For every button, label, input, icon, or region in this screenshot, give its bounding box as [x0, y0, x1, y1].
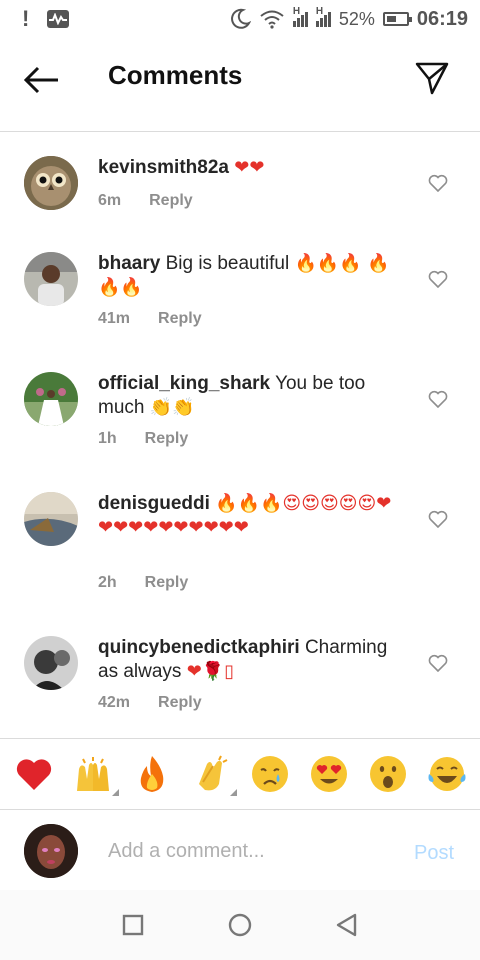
- reply-button[interactable]: Reply: [158, 694, 202, 712]
- comment-item: quincybenedictkaphiri Charming as always…: [0, 616, 480, 736]
- username[interactable]: denisgueddi: [98, 493, 210, 514]
- comment-meta: 2h Reply: [98, 574, 188, 592]
- comment-time: 41m: [98, 310, 131, 327]
- comment-time: 6m: [98, 192, 122, 209]
- battery-percent: 52%: [338, 8, 375, 29]
- comment-meta: 41m Reply: [98, 310, 202, 328]
- comment-item: bhaary Big is beautiful 🔥🔥🔥 🔥🔥🔥 41m Repl…: [0, 232, 480, 352]
- comment-item: official_king_shark You be too much 👏👏 1…: [0, 352, 480, 472]
- arrow-left-icon[interactable]: [24, 66, 60, 94]
- avatar[interactable]: [24, 492, 78, 546]
- system-nav-bar: [0, 890, 480, 960]
- avatar[interactable]: [24, 372, 78, 426]
- heart-eyes-emoji-button[interactable]: [307, 752, 351, 796]
- heart-outline-icon[interactable]: [428, 510, 448, 528]
- username[interactable]: quincybenedictkaphiri: [98, 637, 300, 658]
- comment-message: Big is beautiful: [165, 253, 290, 274]
- clapping-hands-emoji-button[interactable]: [189, 752, 237, 796]
- post-button[interactable]: Post: [414, 842, 454, 865]
- signal-2-label: H: [315, 5, 324, 17]
- moon-icon: [230, 8, 251, 29]
- comment-time: 42m: [98, 694, 131, 711]
- back-triangle-icon[interactable]: [333, 911, 361, 939]
- comment-time: 2h: [98, 574, 117, 591]
- heart-outline-icon[interactable]: [428, 174, 448, 192]
- heart-outline-icon[interactable]: [428, 654, 448, 672]
- username[interactable]: kevinsmith82a: [98, 157, 229, 178]
- avatar[interactable]: [24, 824, 78, 878]
- heart-outline-icon[interactable]: [428, 270, 448, 288]
- comment-text: official_king_shark You be too much 👏👏: [98, 372, 398, 420]
- alert-icon: !: [22, 6, 30, 31]
- avatar[interactable]: [24, 252, 78, 306]
- comment-meta: 6m Reply: [98, 192, 193, 210]
- comment-text: kevinsmith82a ❤❤: [98, 156, 398, 180]
- comment-text: denisgueddi 🔥🔥🔥😍😍😍😍😍❤❤❤❤❤❤❤❤❤❤❤: [98, 492, 398, 540]
- comment-item: kevinsmith82a ❤❤ 6m Reply: [0, 132, 480, 232]
- paper-plane-icon[interactable]: [414, 60, 450, 96]
- crying-face-emoji-button[interactable]: [248, 752, 292, 796]
- surprised-face-emoji-button[interactable]: [366, 752, 410, 796]
- comment-text: bhaary Big is beautiful 🔥🔥🔥 🔥🔥🔥: [98, 252, 398, 300]
- signal-1-label: H: [292, 5, 301, 17]
- red-heart-emoji-button[interactable]: [12, 752, 56, 796]
- comment-composer: Post: [0, 812, 480, 890]
- heart-outline-icon[interactable]: [428, 390, 448, 408]
- battery-icon: [382, 12, 412, 26]
- avatar[interactable]: [24, 156, 78, 210]
- reply-button[interactable]: Reply: [149, 192, 193, 210]
- tears-of-joy-emoji-button[interactable]: [425, 752, 469, 796]
- reply-button[interactable]: Reply: [145, 574, 189, 592]
- comment-input[interactable]: [108, 836, 388, 866]
- signal-2-icon: H: [315, 6, 331, 27]
- fire-emoji-button[interactable]: [130, 752, 174, 796]
- comment-text: quincybenedictkaphiri Charming as always…: [98, 636, 398, 684]
- username[interactable]: official_king_shark: [98, 373, 270, 394]
- comment-emojis: ❤🌹▯: [186, 661, 235, 682]
- wifi-icon: [260, 10, 284, 29]
- recents-square-icon[interactable]: [119, 911, 147, 939]
- raising-hands-emoji-button[interactable]: [71, 752, 119, 796]
- reply-button[interactable]: Reply: [158, 310, 202, 328]
- clock: 06:19: [416, 7, 468, 30]
- home-circle-icon[interactable]: [226, 911, 254, 939]
- comment-meta: 1h Reply: [98, 430, 188, 448]
- comment-meta: 42m Reply: [98, 694, 202, 712]
- status-bar: ! H H 52% 06:19: [0, 0, 480, 38]
- comment-emojis: 👏👏: [149, 397, 195, 418]
- reply-button[interactable]: Reply: [145, 430, 189, 448]
- page-title: Comments: [108, 60, 243, 90]
- comment-item: denisgueddi 🔥🔥🔥😍😍😍😍😍❤❤❤❤❤❤❤❤❤❤❤ 2h Reply: [0, 472, 480, 616]
- comment-emojis: ❤❤: [234, 157, 265, 178]
- username[interactable]: bhaary: [98, 253, 160, 274]
- header: Comments: [0, 38, 480, 132]
- comment-time: 1h: [98, 430, 117, 447]
- signal-1-icon: H: [292, 6, 308, 27]
- activity-icon: [47, 10, 70, 28]
- avatar[interactable]: [24, 636, 78, 690]
- quick-reaction-bar: [0, 738, 480, 810]
